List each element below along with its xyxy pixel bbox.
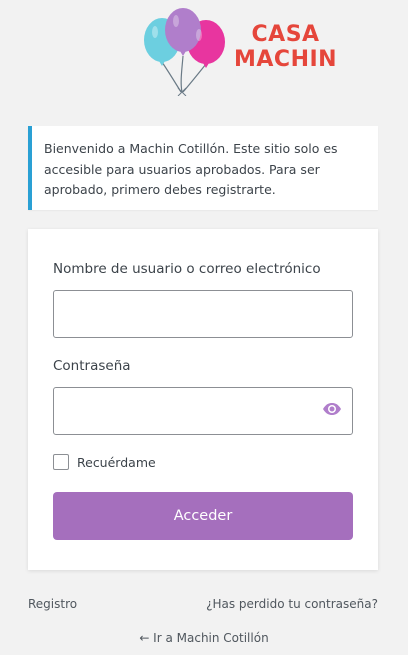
username-input[interactable]	[53, 290, 353, 338]
username-label: Nombre de usuario o correo electrónico	[53, 261, 321, 277]
remember-me[interactable]: Recuérdame	[53, 454, 156, 470]
back-to-site-link[interactable]: ← Ir a Machin Cotillón	[139, 631, 268, 645]
lost-password-link[interactable]: ¿Has perdido tu contraseña?	[206, 597, 378, 611]
password-input[interactable]	[53, 387, 353, 435]
remember-me-checkbox[interactable]	[53, 454, 69, 470]
password-label: Contraseña	[53, 358, 131, 374]
back-to-site: ← Ir a Machin Cotillón	[0, 631, 408, 645]
brand-line-2: MACHIN	[234, 47, 338, 72]
eye-icon	[323, 403, 341, 415]
welcome-message: Bienvenido a Machin Cotillón. Este sitio…	[28, 126, 378, 210]
login-form: Nombre de usuario o correo electrónico C…	[28, 229, 378, 570]
register-link[interactable]: Registro	[28, 597, 77, 611]
login-button[interactable]: Acceder	[53, 492, 353, 540]
login-page: CASA MACHIN Bienvenido a Machin Cotillón…	[0, 0, 408, 655]
welcome-message-text: Bienvenido a Machin Cotillón. Este sitio…	[44, 141, 338, 197]
show-password-button[interactable]	[321, 398, 343, 420]
brand-name: CASA MACHIN	[234, 22, 337, 72]
remember-me-label: Recuérdame	[77, 454, 156, 470]
brand-line-1: CASA	[251, 22, 320, 47]
